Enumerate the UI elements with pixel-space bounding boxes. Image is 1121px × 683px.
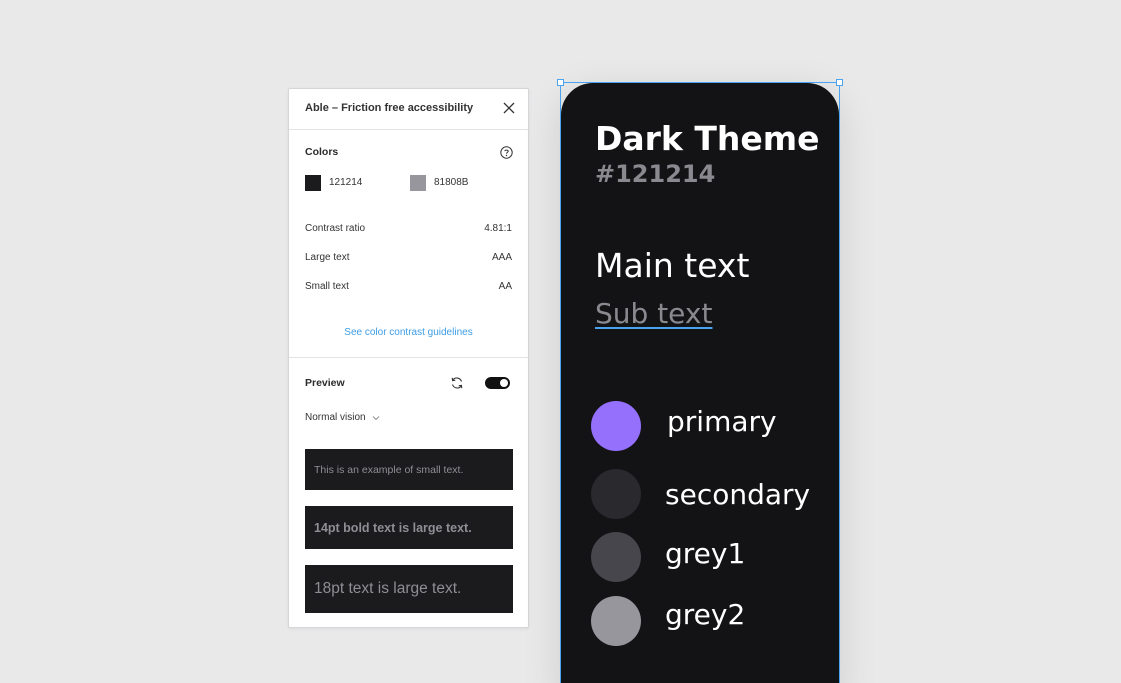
contrast-guidelines-link[interactable]: See color contrast guidelines [289,327,528,338]
vision-mode-value: Normal vision [305,412,366,423]
swatch-background-code[interactable]: 81808B [434,177,468,188]
plugin-panel: Able – Friction free accessibility Color… [288,88,529,628]
large-text-rating: AAA [491,252,512,263]
preview-small-text-label: This is an example of small text. [314,463,464,476]
swatch-foreground-code[interactable]: 121214 [329,177,362,188]
panel-header: Able – Friction free accessibility [289,89,528,130]
preview-bold-text: 14pt bold text is large text. [305,506,513,549]
selection-outline [560,82,840,683]
refresh-icon[interactable] [450,376,464,390]
preview-toggle[interactable] [485,377,510,389]
small-text-label: Small text [305,281,349,292]
contrast-ratio-value: 4.81:1 [484,223,512,234]
preview-label: Preview [305,377,345,389]
vision-mode-dropdown[interactable]: Normal vision [305,412,380,423]
panel-title: Able – Friction free accessibility [305,102,474,114]
large-text-label: Large text [305,252,350,263]
small-text-rating: AA [498,281,512,292]
resize-handle-top-right[interactable] [836,79,843,86]
preview-large-text: 18pt text is large text. [305,565,513,613]
preview-large-text-label: 18pt text is large text. [314,580,462,597]
preview-bold-text-label: 14pt bold text is large text. [314,520,472,535]
contrast-ratio-label: Contrast ratio [305,223,366,234]
colors-label: Colors [305,146,339,158]
help-icon[interactable] [500,146,513,159]
close-icon[interactable] [502,101,516,115]
section-divider [289,357,528,358]
chevron-down-icon [372,415,379,420]
resize-handle-top-left[interactable] [557,79,564,86]
swatch-background[interactable] [410,175,426,191]
swatch-foreground[interactable] [305,175,321,191]
toggle-knob [500,379,508,387]
preview-small-text: This is an example of small text. [305,449,513,490]
